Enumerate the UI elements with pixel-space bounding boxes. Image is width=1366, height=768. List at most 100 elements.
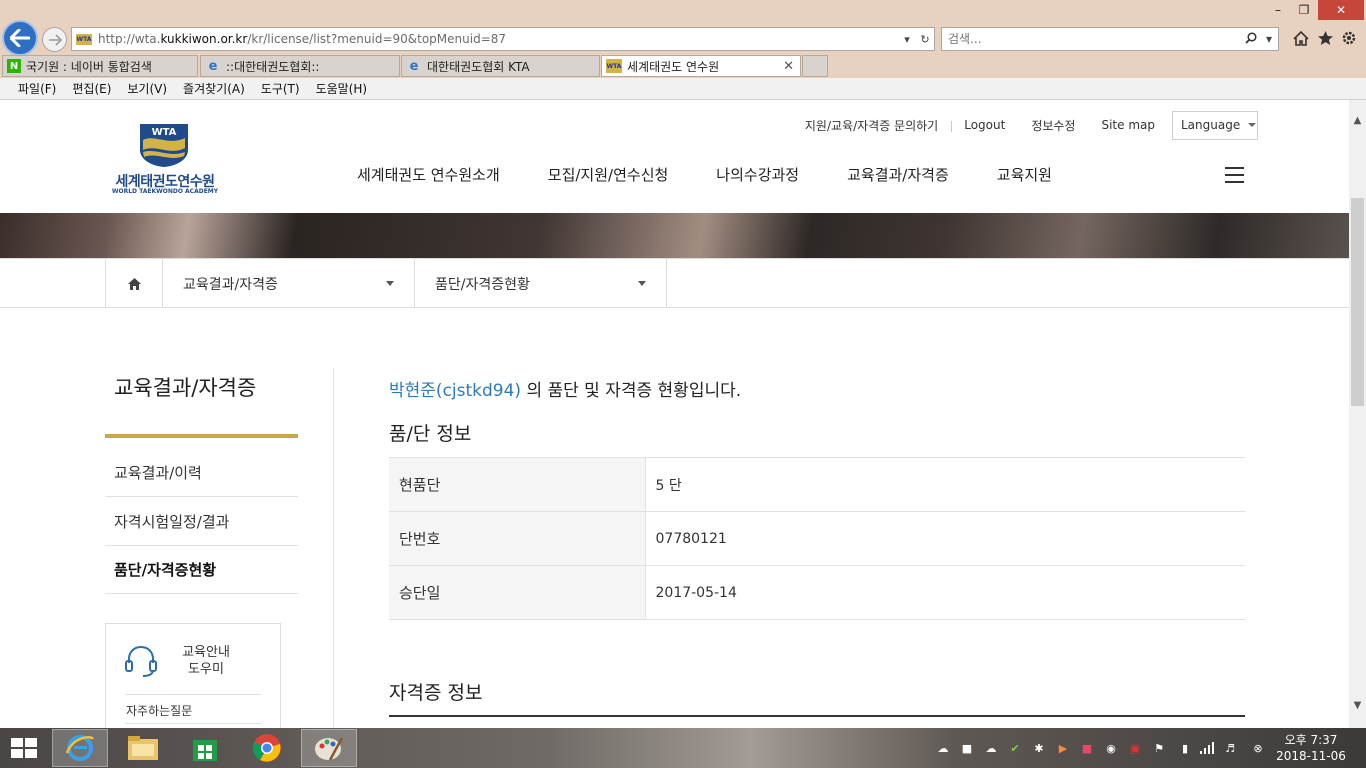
system-clock[interactable]: 오후 7:37 2018-11-06: [1276, 732, 1346, 764]
site-logo[interactable]: WTA 세계태권도연수원 WORLD TAEKWONDO ACADEMY: [105, 122, 225, 197]
close-window-button[interactable]: ✕: [1318, 0, 1364, 20]
camera-tray-icon[interactable]: ◉: [1103, 740, 1119, 756]
windows-start-icon[interactable]: [8, 736, 40, 760]
taskbar-ie-icon[interactable]: [52, 729, 108, 767]
tab-kta-2[interactable]: e 대한태권도협회 KTA: [401, 55, 600, 77]
breadcrumb-home[interactable]: [105, 259, 163, 308]
menu-edit[interactable]: 편집(E): [72, 80, 111, 97]
faq-link[interactable]: 자주하는질문: [126, 702, 192, 719]
main-navigation: 세계태권도 연수원소개 모집/지원/연수신청 나의수강과정 교육결과/자격증 교…: [357, 164, 1100, 185]
row-label-promotion-date: 승단일: [389, 565, 646, 620]
side-item-exam-schedule[interactable]: 자격시험일정/결과: [105, 497, 298, 546]
sitemap-link[interactable]: Site map: [1088, 118, 1168, 132]
logout-link[interactable]: Logout: [951, 118, 1018, 132]
scroll-down-icon[interactable]: ▼: [1349, 697, 1366, 714]
new-tab-button[interactable]: [802, 55, 828, 77]
greeting-text: 박현준(cjstkd94) 의 품단 및 자격증 현황입니다.: [389, 376, 741, 401]
tab-close-icon[interactable]: ✕: [783, 59, 794, 74]
inquiry-link[interactable]: 지원/교육/자격증 문의하기: [792, 117, 951, 134]
logo-english-name: WORLD TAEKWONDO ACADEMY: [111, 188, 219, 195]
row-value-current-rank: 5 단: [645, 457, 1245, 512]
taskbar-paint-icon[interactable]: [301, 729, 357, 767]
license-info-title: 자격증 정보: [389, 682, 483, 704]
rank-info-title: 품/단 정보: [389, 423, 472, 445]
helper-title-line2: 도우미: [188, 662, 224, 677]
restore-button[interactable]: ❐: [1292, 0, 1316, 20]
taskbar-chrome-icon[interactable]: [239, 729, 295, 767]
menu-favorites[interactable]: 즐겨찾기(A): [183, 80, 245, 97]
menu-view[interactable]: 보기(V): [127, 80, 167, 97]
app-tray-icon[interactable]: ✔: [1007, 740, 1023, 756]
onedrive-tray-icon[interactable]: ☁: [935, 740, 951, 756]
nav-results-license[interactable]: 교육결과/자격증: [847, 164, 949, 185]
row-value-dan-number: 07780121: [645, 511, 1245, 566]
breadcrumb-level2-dropdown[interactable]: 품단/자격증현황: [415, 259, 667, 308]
browser-chrome: – ❐ ✕ WTA http://wta.kukkiwon.or.kr/kr/l…: [0, 0, 1366, 100]
nav-education-support[interactable]: 교육지원: [997, 164, 1052, 185]
menu-file[interactable]: 파일(F): [18, 80, 56, 97]
menu-tools[interactable]: 도구(T): [261, 80, 300, 97]
nav-my-courses[interactable]: 나의수강과정: [716, 164, 799, 185]
notification-close-icon[interactable]: ⊗: [1250, 740, 1266, 756]
security-tray-icon[interactable]: ■: [1079, 740, 1095, 756]
language-select[interactable]: Language: [1172, 110, 1258, 140]
tab-wta-active[interactable]: WTA 세계태권도 연수원 ✕: [601, 55, 801, 77]
browser-search-box[interactable]: ▾: [941, 27, 1279, 51]
breadcrumb-level1-dropdown[interactable]: 교육결과/자격증: [163, 259, 415, 308]
network-signal-icon[interactable]: [1199, 740, 1215, 756]
helper-title-line1: 교육안내: [182, 645, 230, 660]
wta-icon: WTA: [606, 59, 622, 73]
cloud-tray-icon[interactable]: ☁: [983, 740, 999, 756]
vertical-scrollbar[interactable]: ▲ ▼: [1349, 100, 1366, 728]
back-button[interactable]: [2, 20, 38, 56]
home-icon[interactable]: [1291, 28, 1311, 48]
forward-arrow-icon: [48, 33, 62, 46]
favorites-star-icon[interactable]: [1315, 28, 1335, 48]
tab-bar: N 국기원 : 네이버 통합검색 e ::대한태권도협회:: e 대한태권도협회…: [0, 55, 1366, 77]
chevron-down-icon: [1248, 123, 1257, 127]
forward-button[interactable]: [42, 27, 67, 52]
browser-search-input[interactable]: [948, 32, 1242, 46]
search-dropdown-icon[interactable]: ▾: [1260, 32, 1278, 46]
speaker-tray-icon[interactable]: ▶: [1055, 740, 1071, 756]
nav-academy-intro[interactable]: 세계태권도 연수원소개: [357, 164, 500, 185]
hamburger-menu-icon[interactable]: [1225, 167, 1244, 183]
breadcrumb-level2-label: 품단/자격증현황: [435, 276, 530, 293]
edit-info-link[interactable]: 정보수정: [1018, 117, 1088, 134]
nav-recruit-apply[interactable]: 모집/지원/연수신청: [548, 164, 669, 185]
side-item-rank-license[interactable]: 품단/자격증현황: [105, 545, 298, 594]
display-tray-icon[interactable]: ▣: [1127, 740, 1143, 756]
row-label-dan-number: 단번호: [389, 511, 646, 566]
row-label-current-rank: 현품단: [389, 457, 646, 512]
divider: [125, 694, 261, 695]
side-menu-title: 교육결과/자격증: [114, 376, 257, 400]
action-center-flag-icon[interactable]: ⚑: [1151, 740, 1167, 756]
license-table-top-border: [389, 715, 1245, 717]
refresh-icon[interactable]: ↻: [916, 33, 934, 46]
wta-emblem-icon: WTA: [140, 124, 188, 167]
search-icon[interactable]: [1242, 31, 1260, 47]
volume-icon[interactable]: ♬: [1222, 740, 1238, 756]
side-item-education-history[interactable]: 교육결과/이력: [105, 448, 298, 497]
menu-help[interactable]: 도움말(H): [316, 80, 368, 97]
taskbar-store-icon[interactable]: [177, 729, 233, 767]
url-text[interactable]: http://wta.kukkiwon.or.kr/kr/license/lis…: [98, 32, 898, 46]
battery-icon[interactable]: ▮: [1177, 740, 1193, 756]
utility-links: 지원/교육/자격증 문의하기 Logout 정보수정 Site map Lang…: [792, 110, 1258, 140]
taskbar-explorer-icon[interactable]: [115, 729, 171, 767]
settings-gear-icon[interactable]: [1339, 28, 1359, 48]
tab-naver[interactable]: N 국기원 : 네이버 통합검색: [2, 55, 198, 77]
bluetooth-tray-icon[interactable]: ✱: [1031, 740, 1047, 756]
address-bar[interactable]: WTA http://wta.kukkiwon.or.kr/kr/license…: [71, 27, 935, 51]
address-dropdown-icon[interactable]: ▾: [898, 33, 916, 46]
site-favicon: WTA: [76, 33, 92, 45]
greeting-rest: 의 품단 및 자격증 현황입니다.: [521, 381, 742, 401]
chat-tray-icon[interactable]: ■: [959, 740, 975, 756]
scrollbar-thumb[interactable]: [1351, 198, 1364, 406]
helper-title: 교육안내 도우미: [176, 644, 236, 678]
tab-kta-1[interactable]: e ::대한태권도협회::: [200, 55, 400, 77]
minimize-button[interactable]: –: [1266, 0, 1290, 20]
ie-icon: e: [208, 58, 218, 74]
scroll-up-icon[interactable]: ▲: [1349, 112, 1366, 129]
chevron-down-icon: [638, 281, 646, 286]
